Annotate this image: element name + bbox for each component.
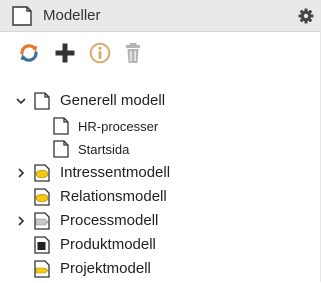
tree-node-label: Projektmodell — [60, 260, 151, 277]
delete-button[interactable] — [120, 40, 146, 66]
tree-node-processmodell[interactable]: Processmodell — [0, 210, 320, 232]
yellow-arrow-icon — [33, 260, 51, 278]
trash-icon — [120, 40, 146, 66]
panel-header: Modeller — [0, 0, 320, 32]
black-square-icon — [33, 236, 51, 254]
toolbar — [0, 40, 320, 68]
gray-process-icon — [33, 212, 51, 230]
chevron-right-icon[interactable] — [15, 166, 27, 178]
sync-button[interactable] — [16, 40, 42, 66]
models-panel: Modeller Generell modell HR-processer St… — [0, 0, 321, 282]
page-icon — [52, 117, 70, 135]
tree-node-hr-processer[interactable]: HR-processer — [0, 115, 320, 137]
panel-title: Modeller — [43, 7, 101, 24]
tree-node-produktmodell[interactable]: Produktmodell — [0, 234, 320, 256]
page-icon — [52, 140, 70, 158]
info-icon — [87, 40, 113, 66]
plus-icon — [52, 40, 78, 66]
tree-node-label: Intressentmodell — [60, 164, 171, 181]
tree-node-relationsmodell[interactable]: Relationsmodell — [0, 186, 320, 208]
tree-node-startsida[interactable]: Startsida — [0, 138, 320, 160]
yellow-ellipse-icon — [33, 188, 51, 206]
tree-node-intressentmodell[interactable]: Intressentmodell — [0, 162, 320, 184]
tree-node-projektmodell[interactable]: Projektmodell — [0, 258, 320, 280]
tree-node-generell-modell[interactable]: Generell modell — [0, 90, 320, 112]
tree-node-label: Processmodell — [60, 212, 159, 229]
tree-node-label: Relationsmodell — [60, 188, 167, 205]
tree-node-label: Generell modell — [60, 92, 166, 109]
add-button[interactable] — [52, 40, 78, 66]
yellow-ellipse-icon — [33, 164, 51, 182]
info-button[interactable] — [87, 40, 113, 66]
gear-icon[interactable] — [298, 8, 314, 24]
chevron-right-icon[interactable] — [15, 214, 27, 226]
refresh-icon — [16, 40, 42, 66]
tree-node-label: Startsida — [78, 142, 130, 157]
tree-node-label: Produktmodell — [60, 236, 156, 253]
chevron-down-icon[interactable] — [15, 94, 27, 106]
page-icon — [33, 92, 51, 110]
tree-node-label: HR-processer — [78, 119, 159, 134]
document-icon — [11, 6, 33, 26]
